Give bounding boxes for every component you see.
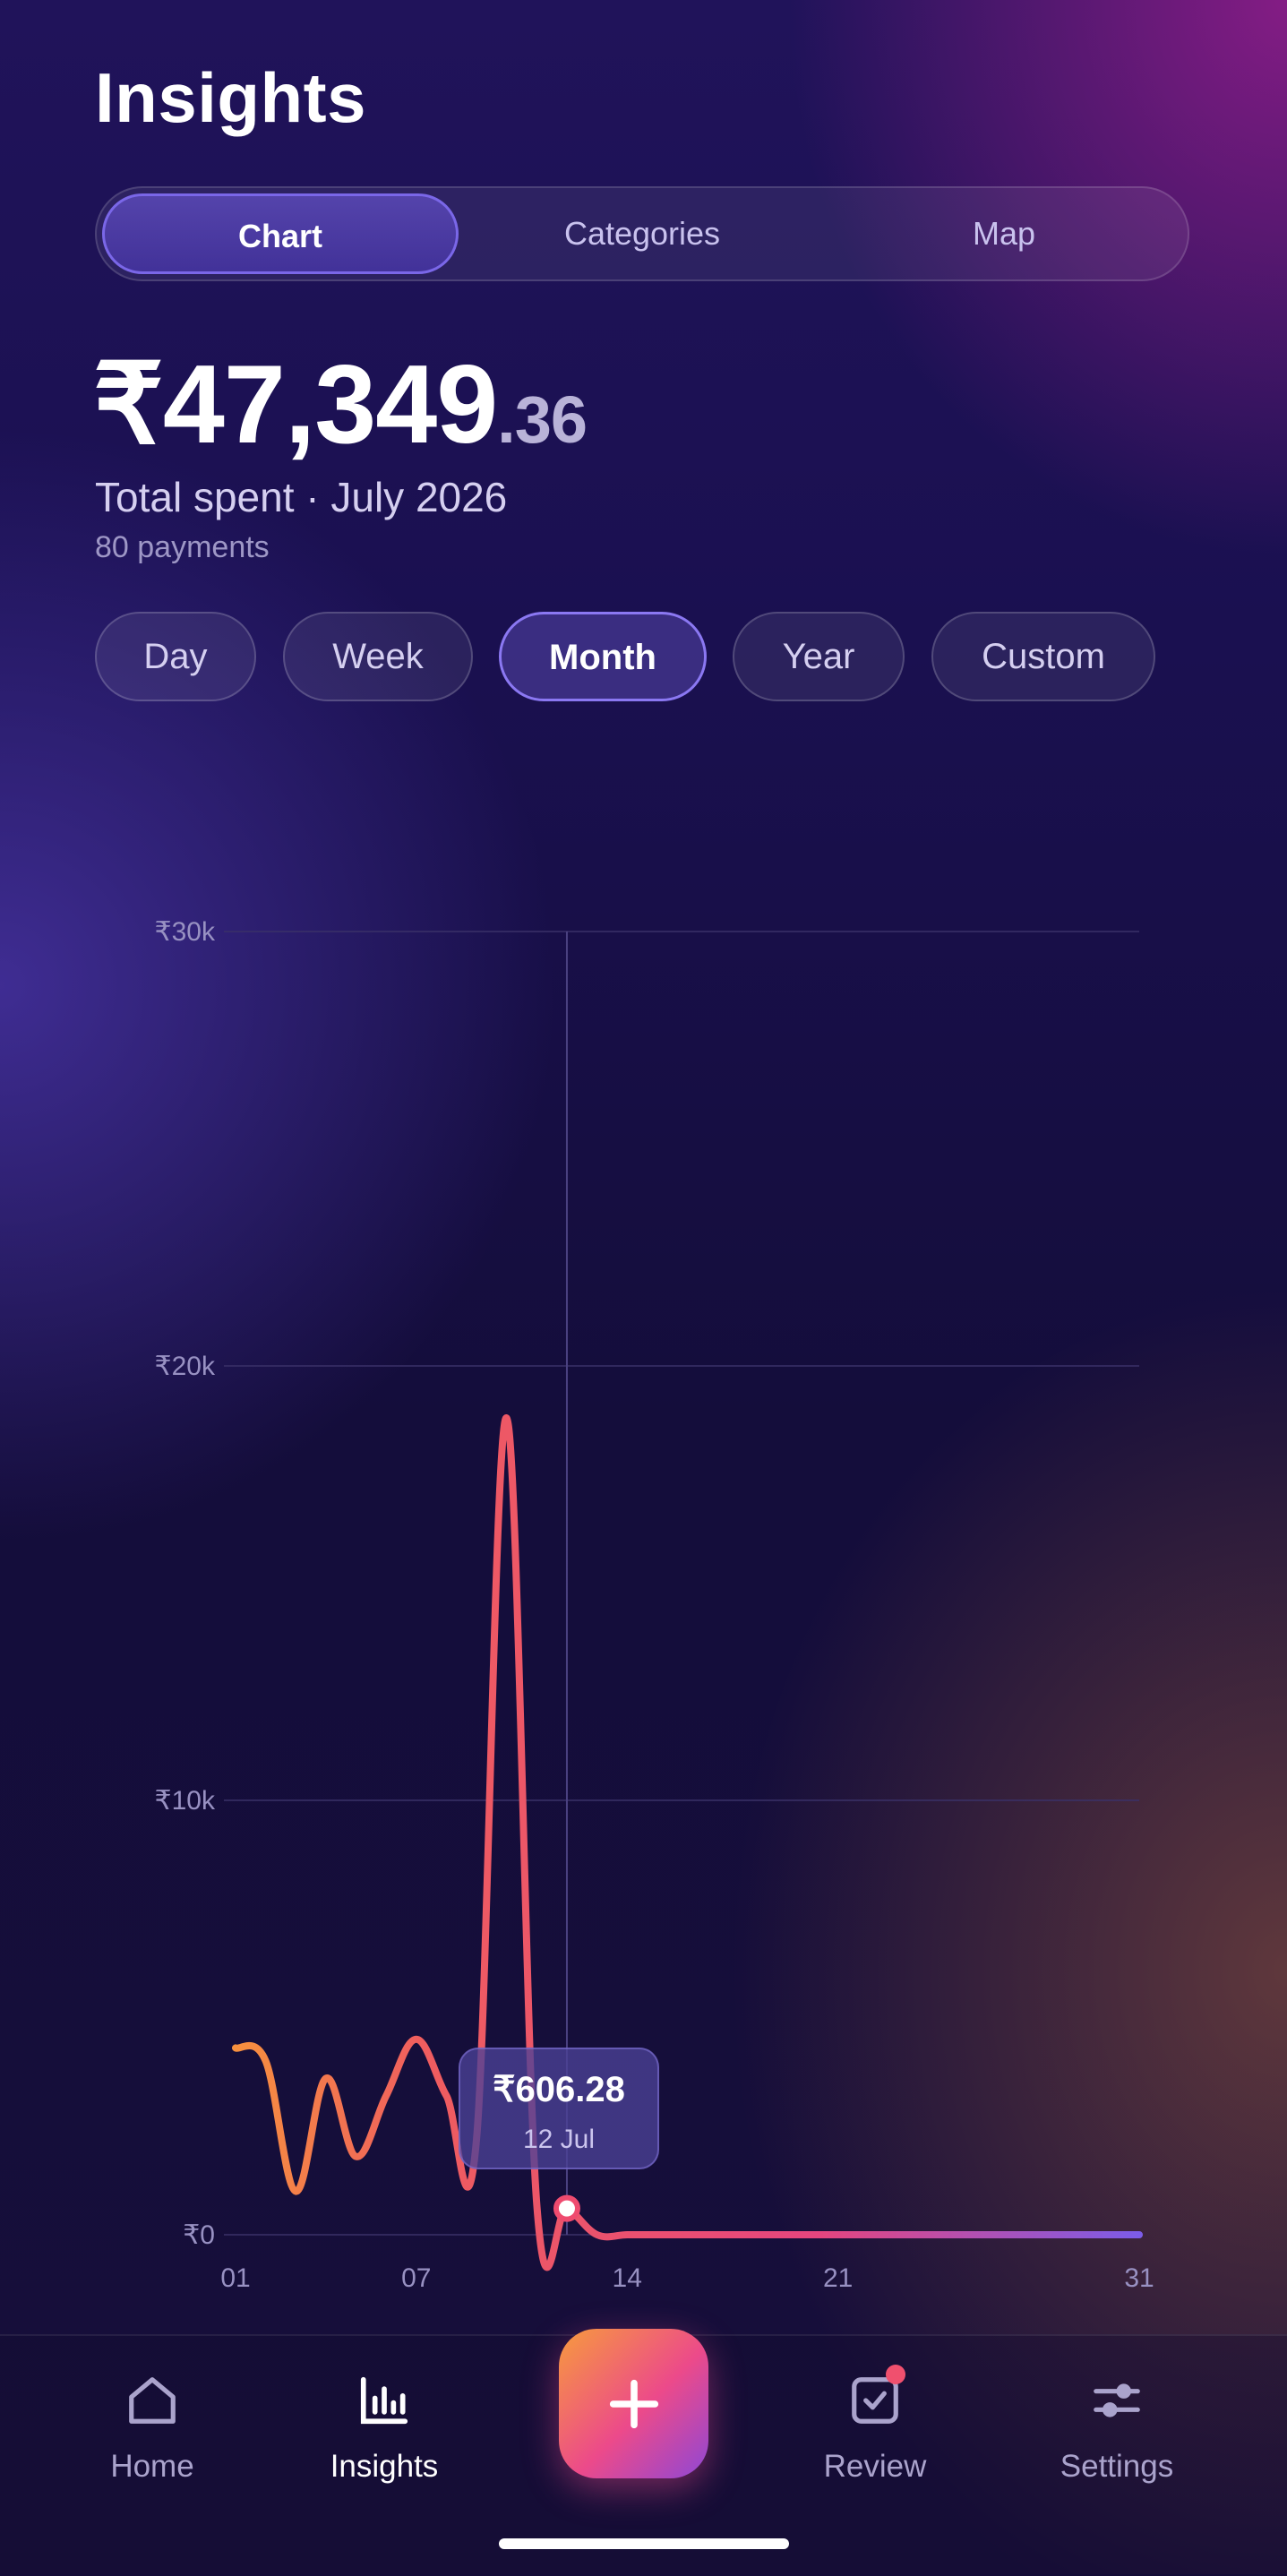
sliders-icon — [1027, 2365, 1206, 2436]
spending-line-chart[interactable]: ₹30k ₹20k ₹10k ₹001 07 14 21 31 — [0, 0, 1287, 2574]
bar-chart-icon — [295, 2365, 474, 2436]
y-tick-label: ₹10k — [155, 1786, 216, 1816]
x-tick-label: 31 — [1124, 2263, 1154, 2293]
plus-icon — [609, 2379, 658, 2428]
nav-review[interactable]: Review — [785, 2365, 965, 2485]
y-tick-label: ₹0 — [183, 2220, 215, 2250]
tooltip-date: 12 Jul — [522, 2125, 596, 2154]
x-tick-label: 07 — [401, 2263, 431, 2293]
home-icon — [63, 2365, 242, 2436]
tooltip-value: ₹606.28 — [493, 2070, 625, 2109]
nav-insights-label: Insights — [330, 2449, 439, 2484]
x-tick-label: 01 — [220, 2263, 250, 2293]
nav-settings-label: Settings — [1060, 2449, 1174, 2484]
nav-home[interactable]: Home — [63, 2365, 242, 2485]
nav-home-label: Home — [110, 2449, 194, 2484]
y-tick-label: ₹30k — [155, 917, 216, 947]
chart-tooltip: ₹606.28 12 Jul — [459, 2048, 659, 2169]
notification-badge — [886, 2365, 905, 2384]
nav-insights[interactable]: Insights — [295, 2365, 474, 2485]
x-tick-label: 14 — [613, 2263, 642, 2293]
nav-review-label: Review — [823, 2449, 927, 2484]
checkbox-icon — [785, 2365, 965, 2436]
y-tick-label: ₹20k — [155, 1352, 216, 1381]
nav-settings[interactable]: Settings — [1027, 2365, 1206, 2485]
selected-point[interactable] — [553, 2194, 580, 2222]
home-indicator — [499, 2538, 789, 2549]
add-button[interactable] — [559, 2329, 708, 2478]
x-tick-label: 21 — [823, 2263, 853, 2293]
series-line — [232, 1414, 1143, 2271]
